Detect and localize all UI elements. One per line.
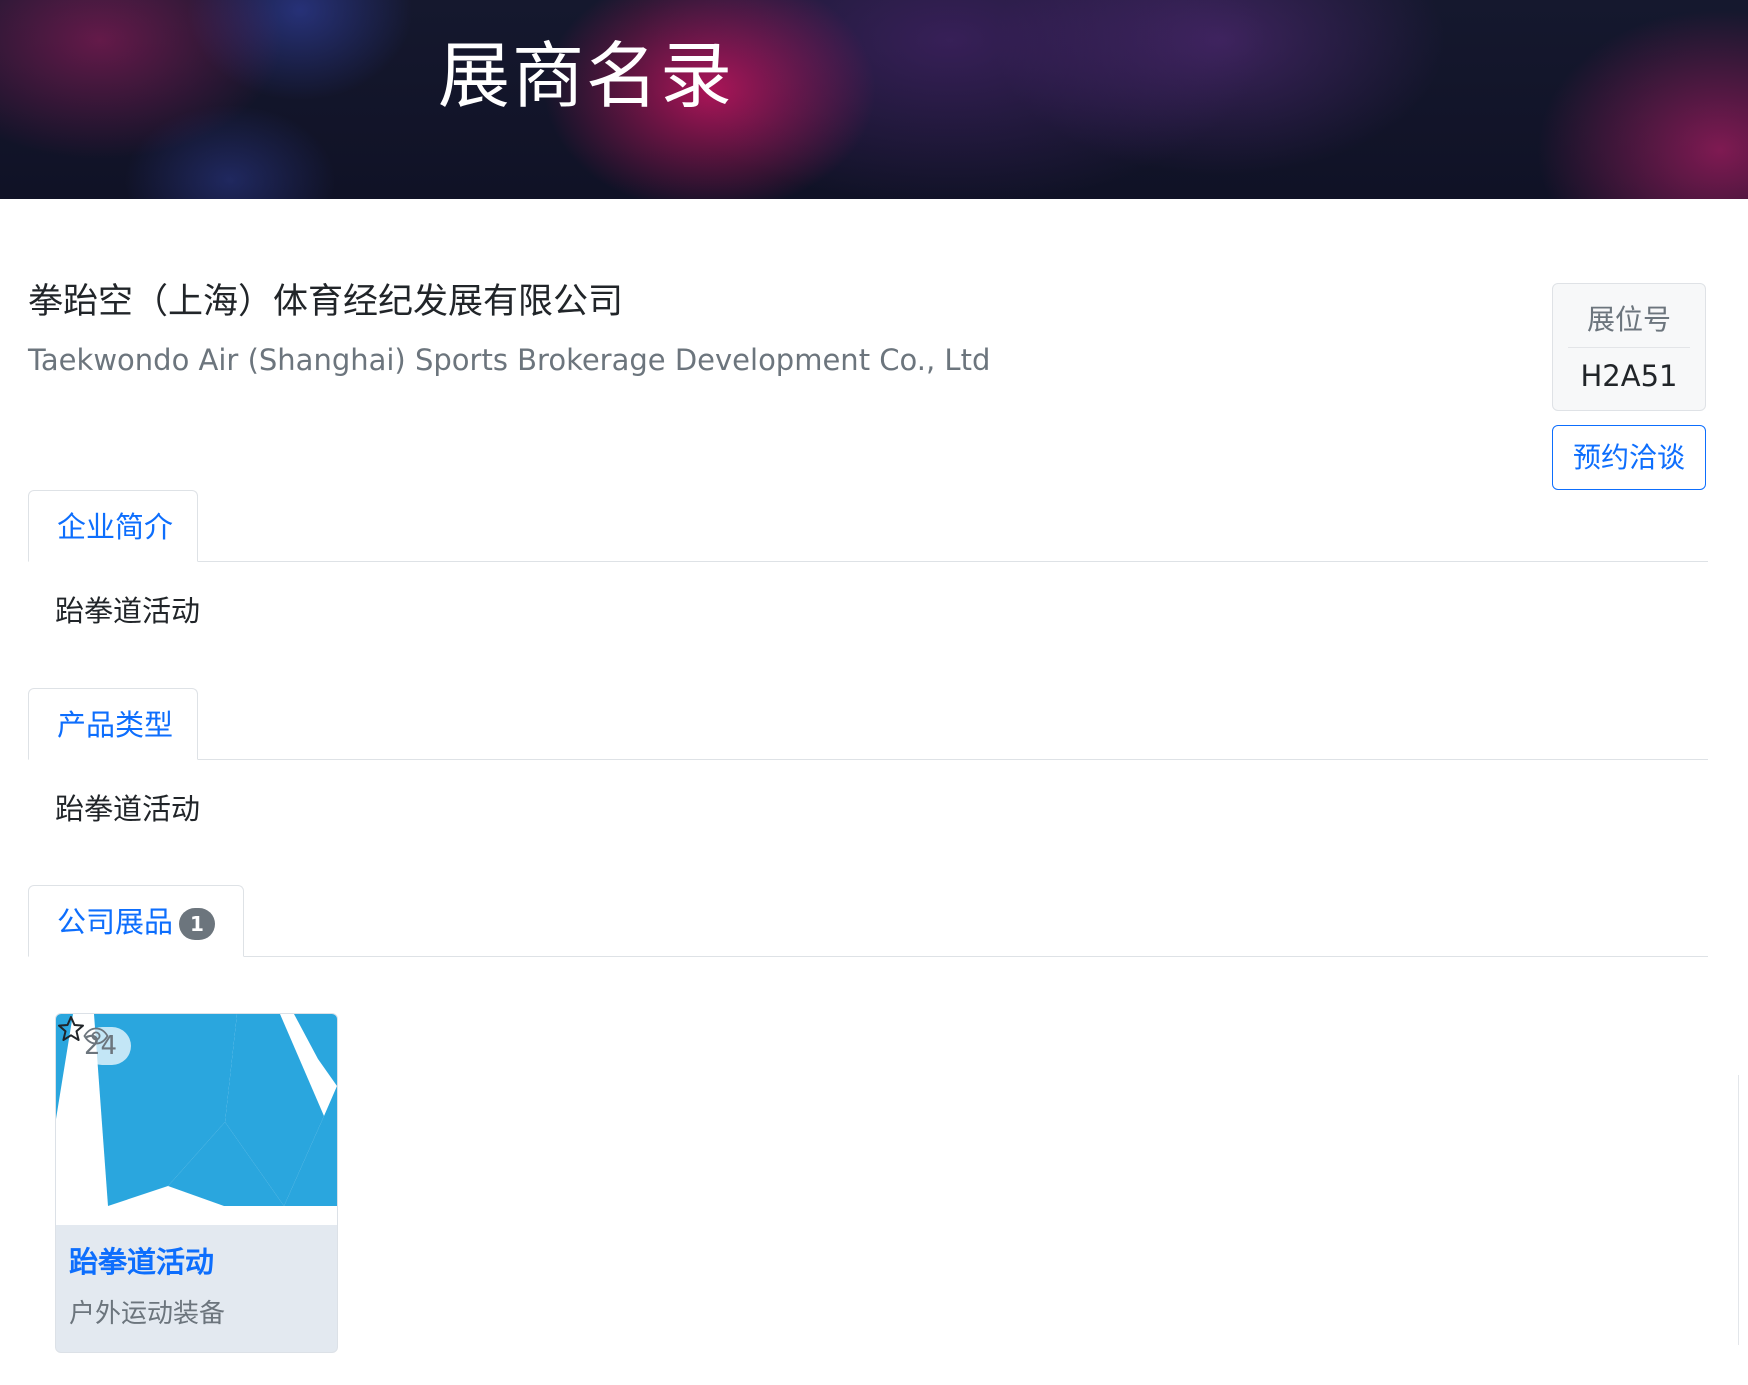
booth-card: 展位号 H2A51 bbox=[1552, 283, 1706, 411]
tab-label: 企业简介 bbox=[57, 510, 174, 544]
booth-number: H2A51 bbox=[1580, 359, 1678, 393]
page-edge-divider bbox=[1738, 1075, 1739, 1345]
tab-divider bbox=[28, 759, 1708, 760]
product-category: 户外运动装备 bbox=[69, 1299, 226, 1329]
view-count-badge: 24 bbox=[83, 1027, 132, 1065]
tab-company-products[interactable]: 公司展品 1 bbox=[28, 885, 244, 957]
book-meeting-button[interactable]: 预约洽谈 bbox=[1552, 425, 1706, 490]
booth-divider bbox=[1568, 347, 1690, 348]
product-name[interactable]: 跆拳道活动 bbox=[69, 1242, 214, 1282]
company-name-cn: 拳跆空（上海）体育经纪发展有限公司 bbox=[28, 282, 624, 322]
star-icon[interactable] bbox=[56, 1014, 86, 1044]
company-profile-text: 跆拳道活动 bbox=[55, 594, 201, 628]
eye-icon bbox=[83, 1027, 109, 1045]
tab-label: 公司展品 bbox=[57, 905, 174, 939]
company-name-en: Taekwondo Air (Shanghai) Sports Brokerag… bbox=[28, 343, 991, 377]
page-title: 展商名录 bbox=[438, 34, 735, 118]
tab-label: 产品类型 bbox=[57, 708, 174, 742]
tab-divider bbox=[28, 561, 1708, 562]
product-image: 24 bbox=[56, 1014, 337, 1225]
tab-divider bbox=[28, 956, 1708, 957]
tab-company-profile[interactable]: 企业简介 bbox=[28, 490, 198, 562]
booth-label: 展位号 bbox=[1586, 303, 1671, 336]
product-count-badge: 1 bbox=[179, 908, 215, 940]
tab-product-type[interactable]: 产品类型 bbox=[28, 688, 198, 760]
product-card[interactable]: 24 跆拳道活动 户外运动装备 bbox=[55, 1013, 338, 1353]
page-banner: 展商名录 bbox=[0, 0, 1748, 199]
product-type-text: 跆拳道活动 bbox=[55, 792, 201, 826]
